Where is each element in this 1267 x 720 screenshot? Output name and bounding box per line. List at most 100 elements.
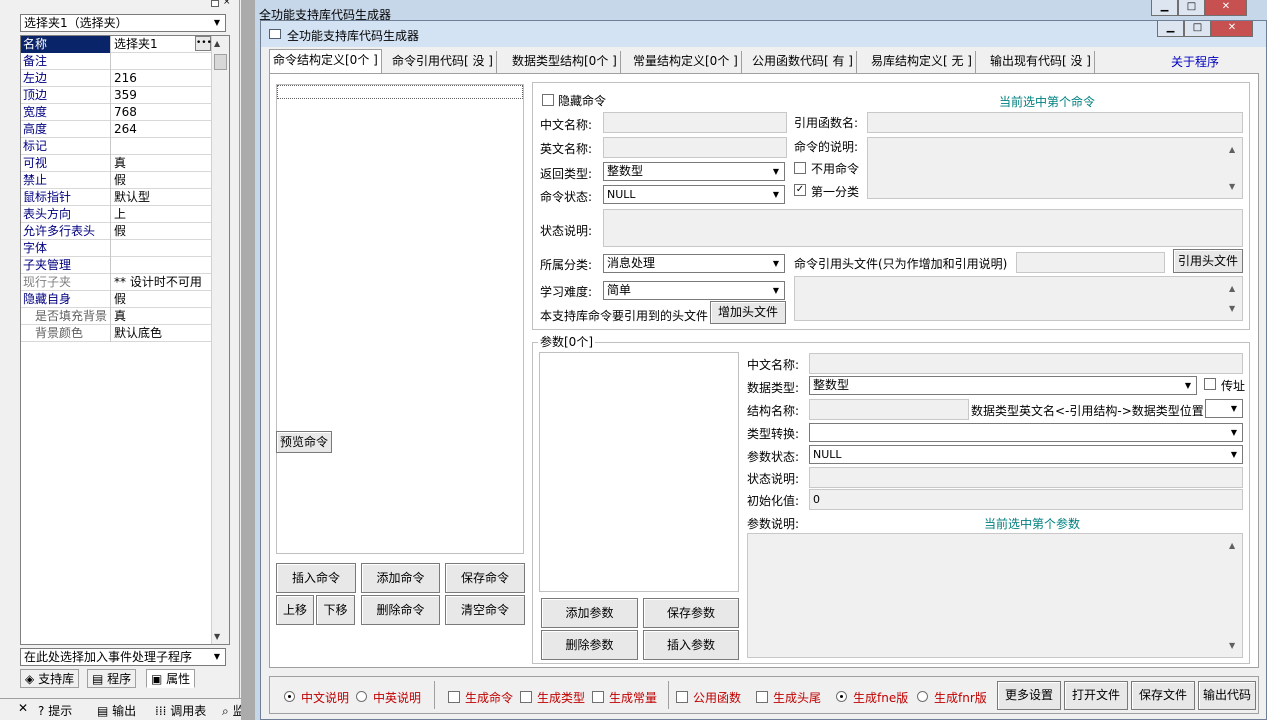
insert-param-button[interactable]: 插入参数	[643, 630, 739, 660]
gen-fne-radio[interactable]	[836, 691, 847, 702]
hide-command-checkbox[interactable]	[542, 94, 554, 106]
gen-type-checkbox[interactable]	[520, 691, 532, 703]
init-field[interactable]: 0	[809, 489, 1243, 510]
property-row[interactable]: 允许多行表头假	[21, 223, 211, 240]
move-down-button[interactable]: 下移	[316, 595, 355, 625]
tab-command-struct[interactable]: 命令结构定义[0个 ]	[269, 49, 382, 73]
type-convert-select[interactable]: ▼	[809, 423, 1243, 442]
difficulty-select[interactable]: 简单 ▼	[603, 281, 785, 300]
public-func-checkbox[interactable]	[676, 691, 688, 703]
scrollbar[interactable]: ▲ ▼	[1226, 277, 1242, 320]
tab-properties[interactable]: ▣ 属性	[146, 669, 196, 688]
clear-command-button[interactable]: 清空命令	[445, 595, 525, 625]
cmd-state-select[interactable]: NULL ▼	[603, 185, 785, 204]
add-header-button[interactable]: 增加头文件	[710, 301, 786, 324]
property-row[interactable]: 禁止假	[21, 172, 211, 189]
cn-name-field[interactable]	[603, 112, 787, 133]
tab-const-struct[interactable]: 常量结构定义[0个 ]	[630, 51, 742, 73]
first-category-checkbox[interactable]: ✓	[794, 184, 806, 196]
tab-datatype-struct[interactable]: 数据类型结构[0个 ]	[509, 51, 621, 73]
title-bar[interactable]: 全功能支持库代码生成器 ▁ □ ✕	[261, 21, 1266, 47]
scrollbar[interactable]: ▲ ▼	[1226, 534, 1242, 657]
about-link[interactable]: 关于程序	[1171, 53, 1219, 70]
property-row[interactable]: 隐藏自身假	[21, 291, 211, 308]
close-button[interactable]: ✕	[1211, 21, 1253, 37]
type-position-select[interactable]: ▼	[1205, 399, 1243, 418]
property-row[interactable]: 顶边 359	[21, 87, 211, 104]
param-list[interactable]	[539, 352, 739, 592]
property-row[interactable]: 鼠标指针 默认型	[21, 189, 211, 206]
scrollbar[interactable]: ▲ ▼	[1226, 138, 1242, 198]
event-select[interactable]: 在此处选择加入事件处理子程序 ▼	[20, 648, 226, 666]
scroll-down-icon[interactable]: ▼	[1229, 636, 1235, 655]
add-param-button[interactable]: 添加参数	[541, 598, 638, 628]
header-list[interactable]: ▲ ▼	[794, 276, 1243, 321]
tab-program[interactable]: ▤ 程序	[87, 669, 137, 688]
tab-hint[interactable]: ? 提示	[38, 702, 72, 719]
property-row[interactable]: 是否填充背景真	[21, 308, 211, 325]
save-file-button[interactable]: 保存文件	[1131, 681, 1195, 710]
scroll-down-icon[interactable]: ▼	[1229, 177, 1235, 196]
tab-output[interactable]: ▤ 输出	[97, 702, 136, 719]
property-row[interactable]: 标记	[21, 138, 211, 155]
scroll-thumb[interactable]	[214, 54, 227, 70]
property-row[interactable]: 字体	[21, 240, 211, 257]
data-type-select[interactable]: 整数型 ▼	[809, 376, 1197, 395]
scroll-up-icon[interactable]: ▲	[1229, 279, 1235, 298]
gen-fnr-radio[interactable]	[917, 691, 928, 702]
output-code-button[interactable]: 输出代码	[1198, 681, 1256, 710]
more-settings-button[interactable]: 更多设置	[997, 681, 1061, 710]
property-row[interactable]: 背景颜色 默认底色	[21, 325, 211, 342]
maximize-button[interactable]: □	[1178, 0, 1205, 16]
cnen-desc-radio[interactable]	[356, 691, 367, 702]
scroll-up-icon[interactable]: ▲	[1229, 140, 1235, 159]
property-row[interactable]: 名称 选择夹1 •••	[21, 36, 211, 53]
object-select[interactable]: 选择夹1（选择夹） ▼	[20, 14, 226, 32]
tab-support-lib[interactable]: ◈ 支持库	[20, 669, 80, 688]
return-type-select[interactable]: 整数型 ▼	[603, 162, 785, 181]
restore-icon[interactable]	[211, 0, 219, 7]
open-file-button[interactable]: 打开文件	[1064, 681, 1128, 710]
category-select[interactable]: 消息处理 ▼	[603, 254, 785, 273]
delete-param-button[interactable]: 删除参数	[541, 630, 638, 660]
ref-func-field[interactable]	[867, 112, 1243, 133]
ellipsis-button[interactable]: •••	[195, 36, 211, 51]
gen-header-checkbox[interactable]	[756, 691, 768, 703]
en-name-field[interactable]	[603, 137, 787, 158]
tab-public-func[interactable]: 公用函数代码[ 有 ]	[749, 51, 857, 73]
list-item[interactable]	[277, 85, 523, 99]
header-ref-field[interactable]	[1016, 252, 1165, 273]
struct-name-field[interactable]	[809, 399, 969, 420]
close-icon[interactable]: ×	[223, 0, 231, 7]
param-cn-name-field[interactable]	[809, 353, 1243, 374]
delete-command-button[interactable]: 删除命令	[361, 595, 440, 625]
param-desc-field[interactable]: ▲ ▼	[747, 533, 1243, 658]
property-row[interactable]: 可视真	[21, 155, 211, 172]
property-row[interactable]: 表头方向上	[21, 206, 211, 223]
preview-command-button[interactable]: 预览命令	[276, 431, 332, 453]
property-row[interactable]: 现行子夹 ** 设计时不可用	[21, 274, 211, 291]
cn-desc-radio[interactable]	[284, 691, 295, 702]
tab-command-ref[interactable]: 命令引用代码[ 没 ]	[389, 51, 497, 73]
save-param-button[interactable]: 保存参数	[643, 598, 739, 628]
property-row[interactable]: 高度 264	[21, 121, 211, 138]
ref-header-button[interactable]: 引用头文件	[1173, 249, 1243, 273]
byref-checkbox[interactable]	[1204, 378, 1216, 390]
property-row[interactable]: 宽度 768	[21, 104, 211, 121]
scroll-up-icon[interactable]: ▲	[214, 39, 220, 48]
command-list[interactable]	[276, 84, 524, 554]
scroll-down-icon[interactable]: ▼	[214, 632, 220, 641]
close-icon[interactable]: ✕	[18, 701, 28, 715]
gen-command-checkbox[interactable]	[448, 691, 460, 703]
save-command-button[interactable]: 保存命令	[445, 563, 525, 593]
close-button[interactable]: ✕	[1205, 0, 1247, 16]
property-row[interactable]: 子夹管理	[21, 257, 211, 274]
property-row[interactable]: 左边 216	[21, 70, 211, 87]
splitter[interactable]	[241, 0, 255, 720]
state-desc-field[interactable]	[603, 209, 1243, 247]
tab-call-table[interactable]: ⁞⁞⁞ 调用表	[155, 702, 206, 719]
insert-command-button[interactable]: 插入命令	[276, 563, 356, 593]
move-up-button[interactable]: 上移	[276, 595, 314, 625]
minimize-button[interactable]: ▁	[1157, 21, 1184, 37]
maximize-button[interactable]: □	[1184, 21, 1211, 37]
